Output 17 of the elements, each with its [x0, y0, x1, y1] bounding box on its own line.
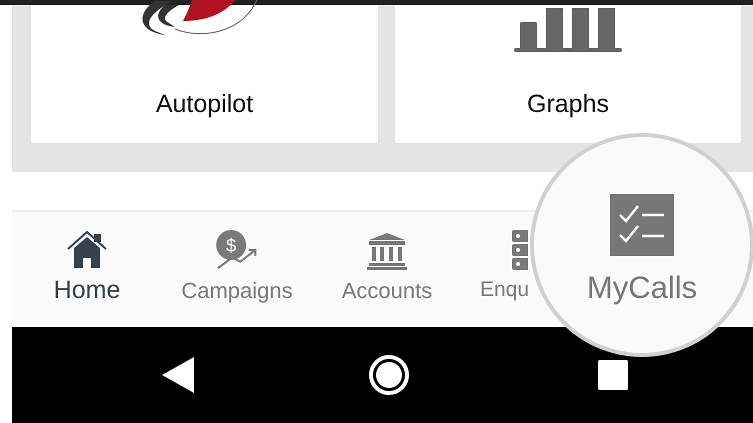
bar-chart-icon [514, 8, 622, 53]
nav-tab[interactable]: Accounts [312, 212, 462, 327]
bank-icon [366, 230, 408, 270]
recents-icon[interactable] [597, 359, 629, 391]
checklist-icon [610, 194, 674, 256]
card-label: Autopilot [156, 90, 254, 119]
server-icon [512, 230, 528, 270]
back-icon[interactable] [160, 355, 196, 395]
nav-tab[interactable]: Enqu [462, 212, 528, 327]
house-icon [66, 230, 108, 270]
home-circle-icon[interactable] [366, 352, 412, 398]
dollar-sign-icon: $ [226, 234, 236, 256]
nav-tab[interactable]: $ Campaigns [162, 212, 312, 327]
nav-tab[interactable]: MyCalls [586, 194, 698, 306]
nav-tab[interactable]: Home [12, 212, 162, 327]
menu-card[interactable]: Graphs [395, 5, 741, 143]
card-label: Graphs [527, 90, 609, 119]
